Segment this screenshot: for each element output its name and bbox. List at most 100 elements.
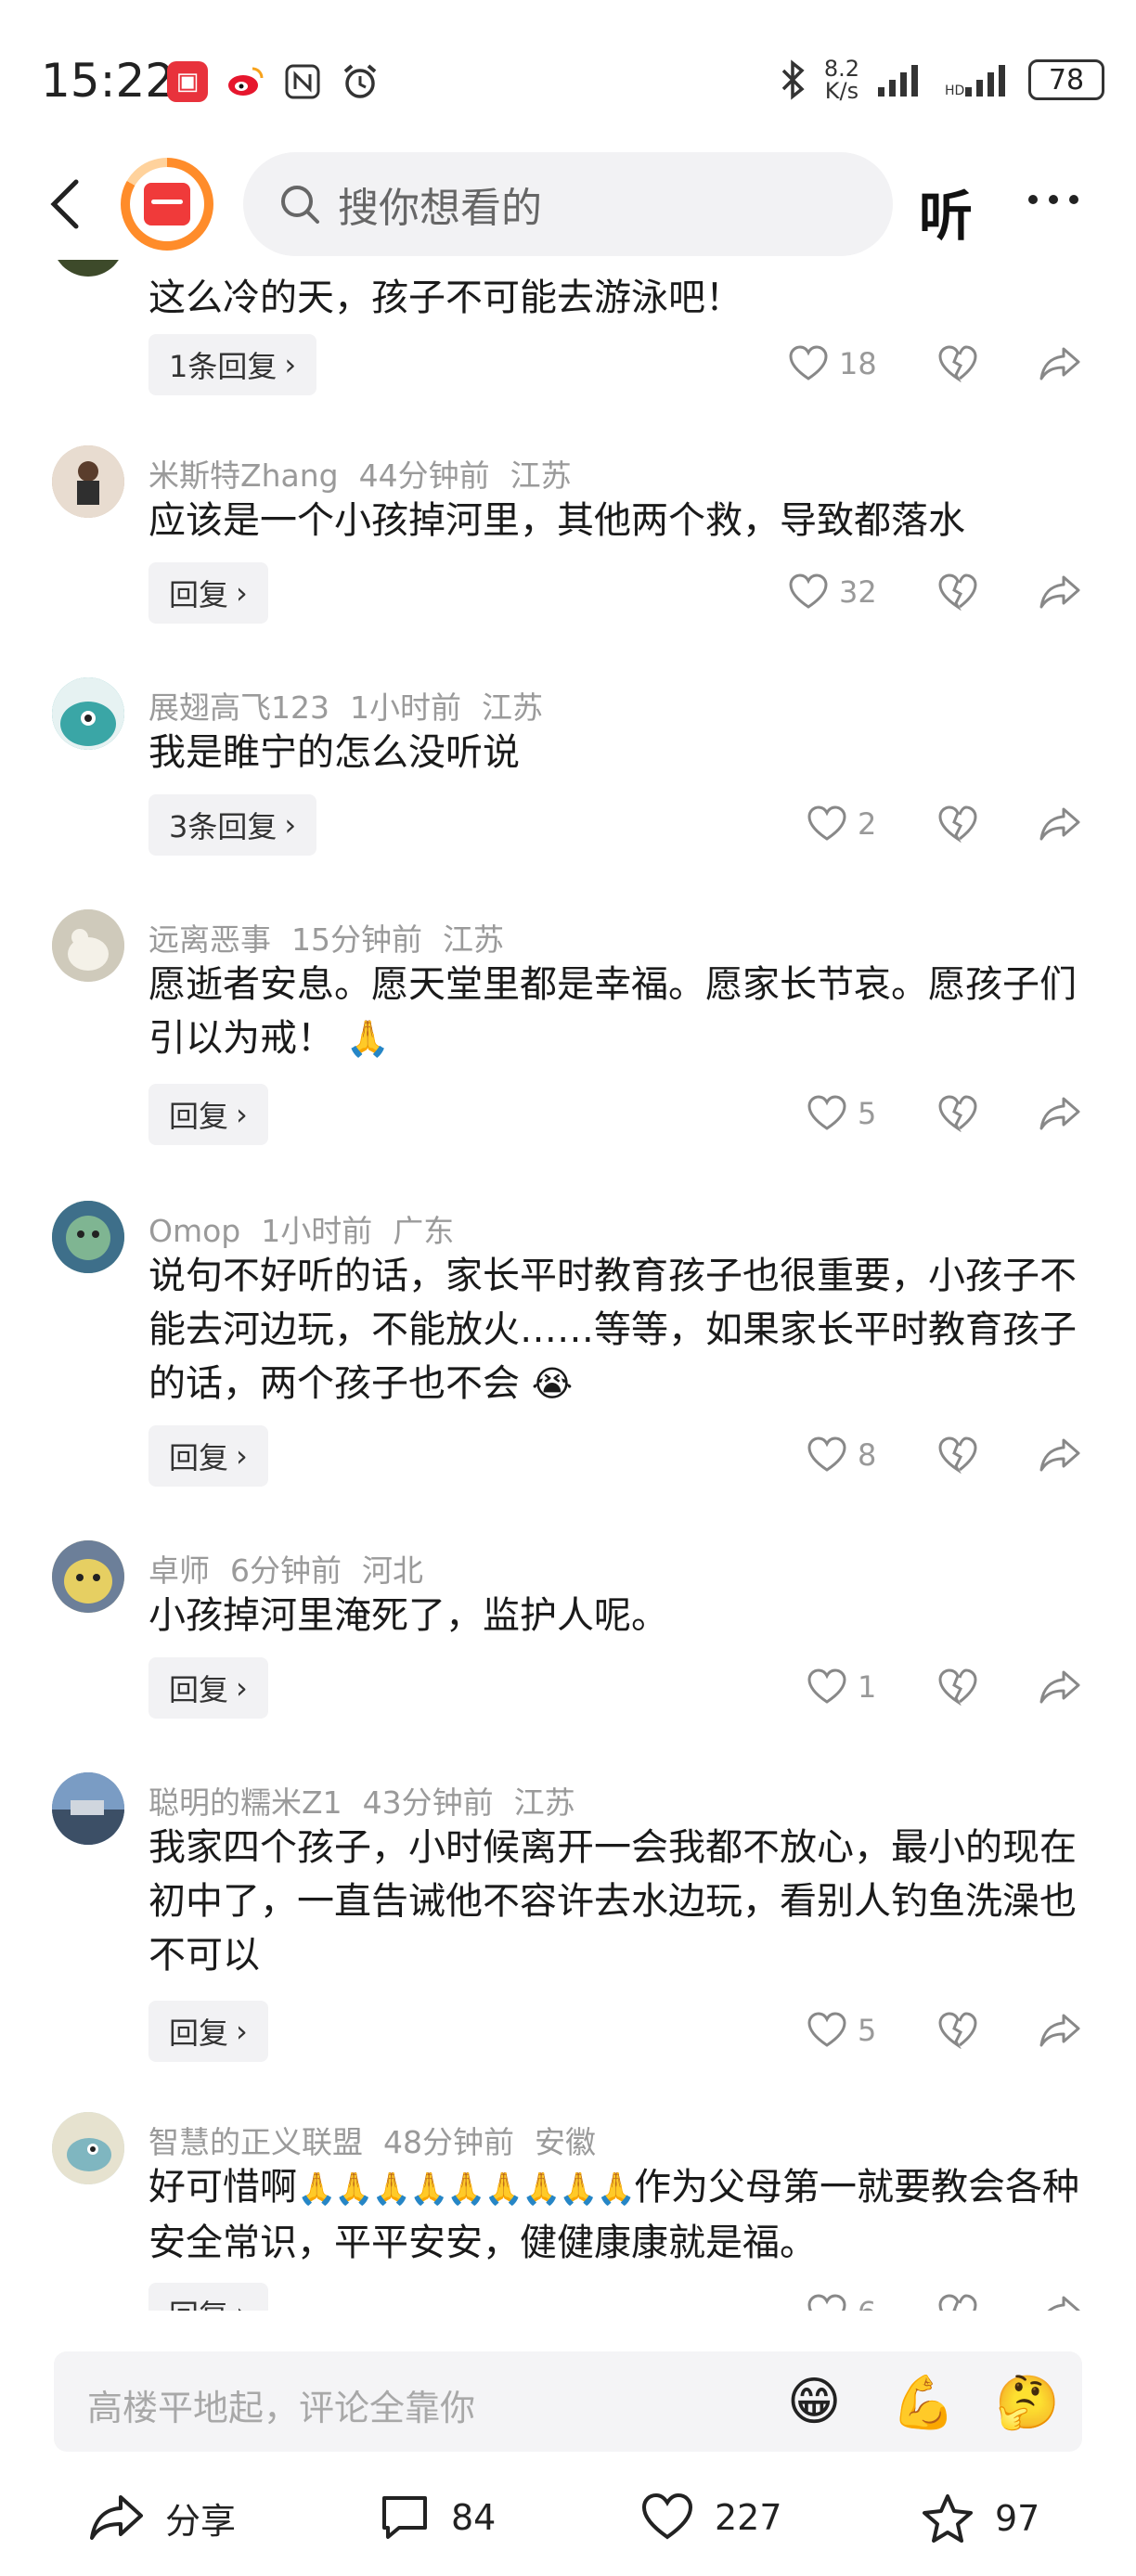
broken-heart-icon[interactable] — [937, 345, 978, 382]
heart-icon — [807, 1436, 846, 1472]
comment-text: 小孩掉河里淹死了，监护人呢。 — [148, 1594, 668, 1637]
comment-author[interactable]: 展翅高飞123 — [148, 689, 329, 726]
like-count: 5 — [858, 2013, 877, 2048]
comment-author[interactable]: 智慧的正义联盟 — [148, 2124, 363, 2160]
comment-text-body: 愿逝者安息。愿天堂里都是幸福。愿家长节哀。愿孩子们引以为戒！ — [148, 963, 1077, 1060]
comment-location: 江苏 — [443, 921, 504, 958]
like-button[interactable]: 18 — [789, 345, 877, 382]
comment-time: 44分钟前 — [358, 457, 490, 494]
comment-meta: 远离恶事 15分钟前 江苏 — [148, 915, 524, 960]
net-speed-value: 8.2 — [823, 56, 859, 82]
comment-actions: 18 — [0, 334, 1136, 395]
status-bar: 15:22 ▣ 8.2 K/s HD 78 — [0, 0, 1136, 148]
comment-location: 广东 — [393, 1213, 455, 1249]
battery-icon: 78 — [1028, 59, 1104, 100]
heart-icon — [807, 805, 846, 841]
broken-heart-icon[interactable] — [937, 1095, 978, 1132]
share-icon[interactable] — [1039, 2012, 1080, 2049]
comment-list[interactable]: 这么冷的天，孩子不可能去游泳吧！ 1条回复 › 18 米斯特Zhang 44分钟前江… — [0, 260, 1136, 2311]
like-count: 18 — [839, 346, 877, 381]
share-icon[interactable] — [1039, 2294, 1080, 2311]
comment-author[interactable]: 远离恶事 — [148, 921, 271, 958]
back-arrow-icon[interactable] — [43, 176, 89, 232]
comment-meta: 卓师 6分钟前 河北 — [148, 1546, 444, 1591]
share-icon[interactable] — [1039, 1436, 1080, 1474]
like-button[interactable]: 2 — [807, 805, 876, 843]
thinking-emoji-icon[interactable]: 🤔 — [995, 2372, 1060, 2433]
avatar[interactable] — [52, 1540, 124, 1613]
comment-time: 1小时前 — [261, 1213, 373, 1249]
more-menu-icon[interactable] — [1028, 195, 1078, 204]
comment-author[interactable]: Omop — [148, 1213, 240, 1249]
notification-icons: ▣ — [167, 61, 381, 102]
avatar[interactable] — [52, 260, 124, 277]
like-button[interactable]: 5 — [807, 2012, 876, 2049]
share-button[interactable]: 分享 — [89, 2492, 236, 2544]
like-button[interactable]: 5 — [807, 1095, 876, 1132]
top-bar: 搜你想看的 听 — [0, 148, 1136, 260]
heart-icon — [807, 2012, 846, 2047]
comment-time: 6分钟前 — [230, 1552, 342, 1589]
avatar[interactable] — [52, 1201, 124, 1273]
comment-text: 我家四个孩子，小时候离开一会我都不放心，最小的现在初中了，一直告诫他不容许去水边… — [148, 1826, 1077, 1977]
avatar[interactable] — [52, 2112, 124, 2184]
heart-icon — [789, 345, 828, 380]
net-speed-unit: K/s — [824, 78, 859, 104]
broken-heart-icon[interactable] — [937, 805, 978, 843]
share-icon[interactable] — [1039, 1095, 1080, 1132]
like-button[interactable]: 1 — [807, 1668, 876, 1706]
weibo-icon — [225, 61, 265, 102]
comment-input-placeholder: 高楼平地起，评论全靠你 — [87, 2388, 476, 2428]
broken-heart-icon[interactable] — [937, 2294, 978, 2311]
avatar[interactable] — [52, 1772, 124, 1845]
broken-heart-icon[interactable] — [937, 2012, 978, 2049]
comment-actions: 32 — [0, 562, 1136, 624]
grin-emoji-icon[interactable]: 😁 — [787, 2372, 841, 2432]
comment-count: 84 — [451, 2497, 497, 2538]
broken-heart-icon[interactable] — [937, 573, 978, 611]
comment-author[interactable]: 聪明的糯米Z1 — [148, 1784, 342, 1821]
comment-meta: 智慧的正义联盟 48分钟前 安徽 — [148, 2118, 616, 2162]
comment-location: 安徽 — [535, 2124, 596, 2160]
comment-meta: 米斯特Zhang 44分钟前 江苏 — [148, 451, 592, 496]
status-time: 15:22 — [41, 54, 175, 108]
listen-button[interactable]: 听 — [919, 173, 973, 251]
share-icon[interactable] — [1039, 805, 1080, 843]
share-icon[interactable] — [1039, 573, 1080, 611]
like-count-button[interactable]: 227 — [640, 2492, 782, 2543]
comment-time: 48分钟前 — [383, 2124, 514, 2160]
share-icon[interactable] — [1039, 345, 1080, 382]
app-logo[interactable] — [121, 158, 213, 251]
like-count: 2 — [858, 806, 877, 842]
muscle-emoji-icon[interactable]: 💪 — [891, 2372, 956, 2433]
like-count: 5 — [858, 1096, 877, 1131]
crying-emoji: 😭 — [531, 1363, 574, 1404]
like-button[interactable]: 32 — [789, 573, 877, 611]
comment-location: 江苏 — [513, 1784, 575, 1821]
favorite-button[interactable]: 97 — [921, 2492, 1039, 2544]
avatar[interactable] — [52, 445, 124, 518]
like-count: 227 — [715, 2497, 782, 2538]
comment-input[interactable]: 高楼平地起，评论全靠你 😁 💪 🤔 — [54, 2351, 1082, 2452]
comment-count-button[interactable]: 84 — [379, 2492, 496, 2543]
heart-icon — [807, 2294, 846, 2311]
like-count: 8 — [858, 1437, 877, 1473]
comment-actions: 1 — [0, 1657, 1136, 1719]
comment-author[interactable]: 米斯特Zhang — [148, 457, 339, 494]
broken-heart-icon[interactable] — [937, 1668, 978, 1706]
comment-text: 这么冷的天，孩子不可能去游泳吧！ — [148, 277, 742, 319]
avatar[interactable] — [52, 677, 124, 750]
like-button[interactable]: 8 — [807, 1436, 876, 1474]
comment-meta: 聪明的糯米Z1 43分钟前 江苏 — [148, 1778, 596, 1823]
broken-heart-icon[interactable] — [937, 1436, 978, 1474]
like-button[interactable]: 6 — [807, 2294, 876, 2311]
comment-author[interactable]: 卓师 — [148, 1552, 210, 1589]
search-bar[interactable]: 搜你想看的 — [243, 152, 893, 256]
bottom-action-bar: 分享 84 227 97 — [0, 2468, 1136, 2576]
net-speed: 8.2 K/s — [824, 58, 859, 102]
comment-text: 应该是一个小孩掉河里，其他两个救，导致都落水 — [148, 499, 965, 542]
share-icon[interactable] — [1039, 1668, 1080, 1706]
avatar[interactable] — [52, 909, 124, 982]
search-icon — [281, 186, 319, 224]
nfc-icon — [282, 61, 323, 102]
